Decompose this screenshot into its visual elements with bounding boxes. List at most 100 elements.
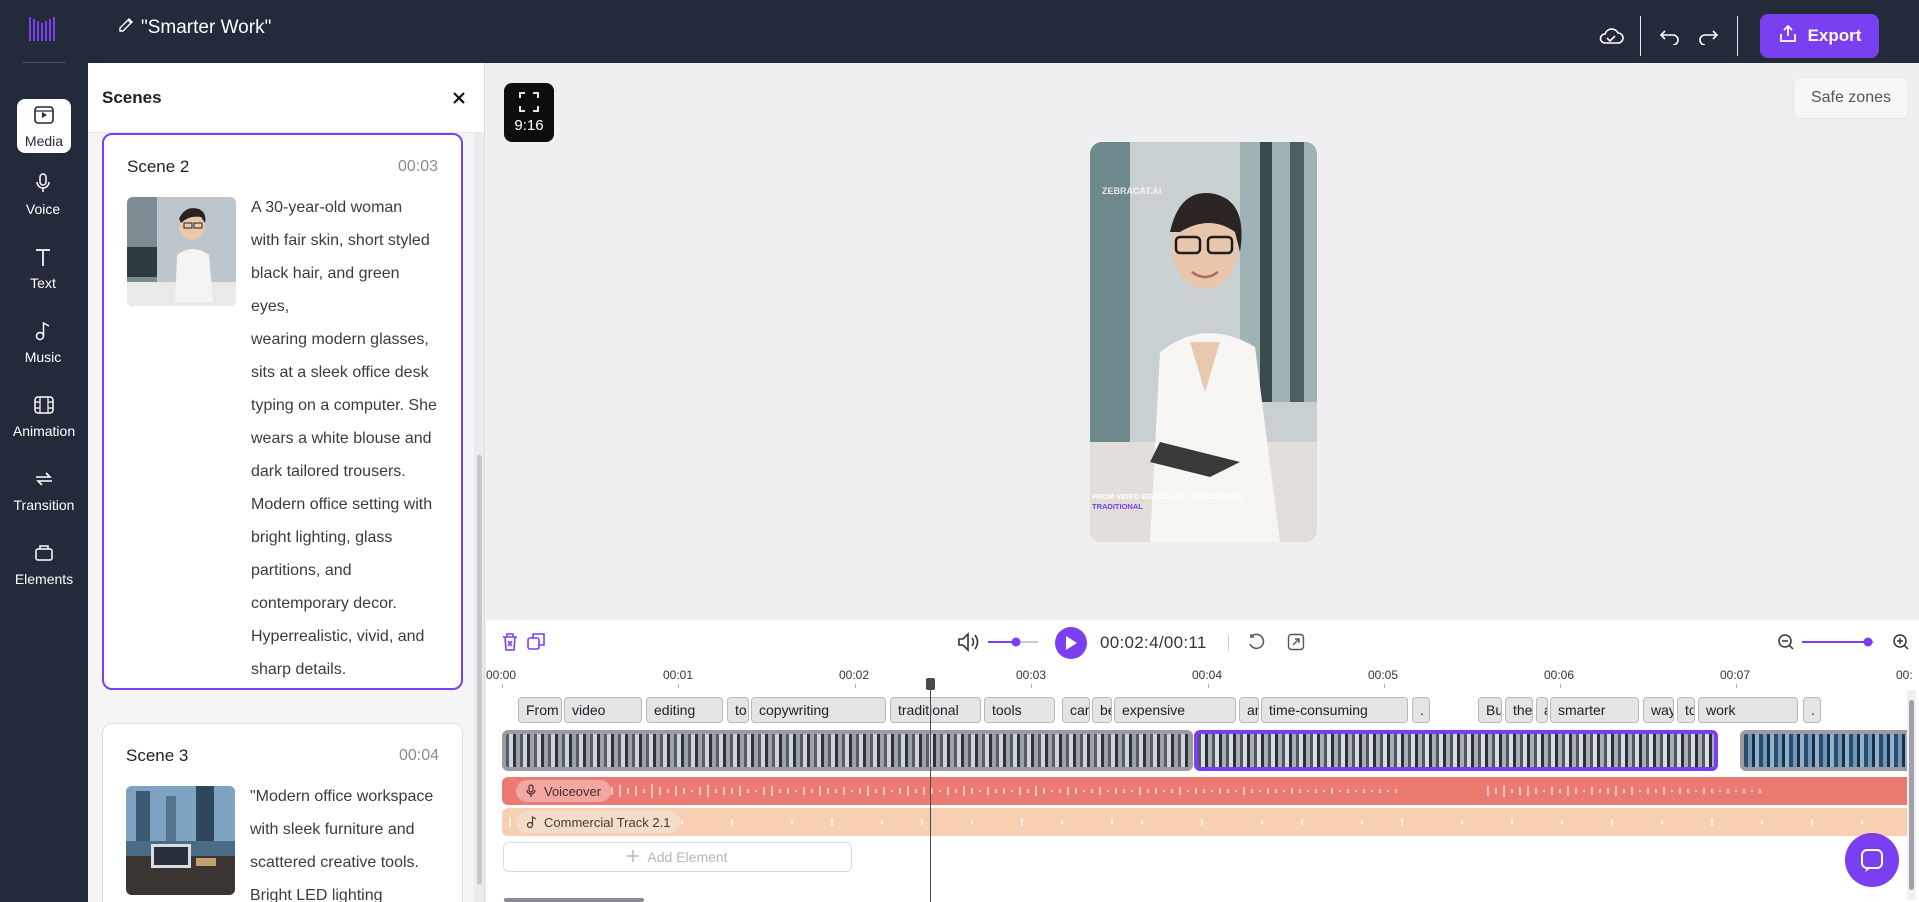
zoom-in-icon[interactable] bbox=[1892, 633, 1910, 651]
voiceover-label[interactable]: Voiceover bbox=[516, 780, 612, 802]
scene-description: A 30-year-old woman with fair skin, shor… bbox=[251, 199, 437, 678]
music-track[interactable]: Commercial Track 2.1 bbox=[502, 808, 1912, 836]
nav-item-text[interactable]: Text bbox=[14, 239, 72, 297]
add-element-button[interactable]: Add Element bbox=[503, 842, 852, 872]
cloud-save-icon[interactable] bbox=[1592, 17, 1630, 55]
music-track-label[interactable]: Commercial Track 2.1 bbox=[516, 811, 681, 833]
nav-label: Media bbox=[24, 132, 64, 149]
caption-word[interactable]: copywriting bbox=[751, 697, 886, 723]
caption-word[interactable]: traditional bbox=[890, 697, 981, 723]
aspect-ratio-label: 9:16 bbox=[514, 117, 544, 134]
scene-thumbnail[interactable] bbox=[127, 197, 236, 306]
playhead-handle[interactable] bbox=[926, 678, 935, 690]
caption-word[interactable]: . bbox=[1412, 697, 1430, 723]
caption-word[interactable]: way bbox=[1643, 697, 1674, 723]
pencil-icon[interactable] bbox=[117, 16, 135, 40]
video-clip[interactable] bbox=[502, 730, 1193, 771]
nav-label: Transition bbox=[13, 496, 75, 513]
caption-word[interactable]: a bbox=[1536, 697, 1548, 723]
duplicate-icon[interactable] bbox=[526, 632, 546, 652]
resize-icon[interactable] bbox=[1286, 632, 1306, 652]
scene-title: Scene 2 bbox=[127, 157, 190, 176]
volume-slider[interactable] bbox=[988, 635, 1038, 649]
zoom-slider[interactable] bbox=[1802, 635, 1874, 649]
nav-item-elements[interactable]: Elements bbox=[8, 535, 80, 593]
media-icon bbox=[33, 104, 55, 129]
reset-icon[interactable] bbox=[1246, 632, 1266, 652]
caption-word[interactable]: be bbox=[1092, 697, 1112, 723]
timeline-controls: 00:02:4/00:11 bbox=[486, 620, 1919, 662]
caption-word[interactable]: From bbox=[518, 697, 562, 723]
redo-icon[interactable] bbox=[1689, 17, 1727, 55]
scenes-panel: Scenes Scene 2 00:03 A 30-year-old woman… bbox=[88, 63, 485, 902]
caption-word[interactable]: and bbox=[1239, 697, 1259, 723]
scene-card[interactable]: Scene 3 00:04 "Modern office workspace w… bbox=[102, 723, 463, 902]
video-clip-selected[interactable] bbox=[1194, 730, 1718, 771]
video-clip[interactable] bbox=[1740, 730, 1912, 771]
scene-title: Scene 3 bbox=[126, 746, 189, 765]
caption-word[interactable]: tools bbox=[984, 697, 1055, 723]
controls-divider bbox=[1228, 635, 1229, 651]
chat-support-button[interactable] bbox=[1845, 833, 1899, 887]
video-watermark: ZEBRACAT.AI bbox=[1102, 186, 1161, 196]
timeline-horizontal-scrollbar[interactable] bbox=[504, 898, 644, 902]
caption-word[interactable]: to bbox=[727, 697, 749, 723]
nav-item-voice[interactable]: Voice bbox=[14, 165, 72, 223]
play-icon bbox=[1066, 636, 1077, 650]
scenes-title: Scenes bbox=[102, 87, 162, 107]
toolbar-divider bbox=[1737, 16, 1738, 56]
video-caption-line: FROM VIDEO EDITING TO COPYWRITING, bbox=[1092, 492, 1242, 501]
video-preview[interactable]: ZEBRACAT.AI FROM VIDEO EDITING TO COPYWR… bbox=[1090, 142, 1317, 542]
project-title-text[interactable]: "Smarter Work" bbox=[141, 17, 271, 39]
volume-icon[interactable] bbox=[956, 631, 982, 653]
play-button[interactable] bbox=[1055, 627, 1087, 659]
toolbar-divider bbox=[1640, 16, 1641, 56]
timeline-vertical-scrollbar[interactable] bbox=[1907, 690, 1916, 900]
zoom-out-icon[interactable] bbox=[1777, 633, 1795, 651]
scene-card[interactable]: Scene 2 00:03 A 30-year-old woman with f… bbox=[102, 133, 463, 690]
fullscreen-icon bbox=[518, 91, 540, 117]
safe-zones-button[interactable]: Safe zones bbox=[1792, 77, 1909, 119]
caption-word[interactable]: there bbox=[1505, 697, 1533, 723]
caption-word[interactable]: to bbox=[1677, 697, 1695, 723]
nav-label: Text bbox=[30, 274, 56, 291]
caption-word[interactable]: . bbox=[1803, 697, 1821, 723]
nav-item-transition[interactable]: Transition bbox=[8, 461, 80, 519]
voiceover-track[interactable]: Voiceover bbox=[502, 777, 1912, 805]
caption-words-track: From video editing to copywriting tradit… bbox=[486, 688, 1919, 723]
close-icon[interactable] bbox=[448, 87, 470, 109]
caption-word[interactable]: But bbox=[1478, 697, 1502, 723]
aspect-ratio-button[interactable]: 9:16 bbox=[504, 83, 554, 142]
caption-word[interactable]: can bbox=[1062, 697, 1090, 723]
preview-area: 9:16 Safe zones ZEBRACAT.AI FROM VIDEO E… bbox=[486, 63, 1919, 620]
delete-icon[interactable] bbox=[500, 632, 520, 652]
nav-item-music[interactable]: Music bbox=[14, 313, 72, 371]
caption-word[interactable]: editing bbox=[646, 697, 723, 723]
export-button[interactable]: Export bbox=[1760, 14, 1879, 58]
caption-word[interactable]: time-consuming bbox=[1261, 697, 1408, 723]
project-title[interactable]: "Smarter Work" bbox=[117, 16, 271, 40]
timeline-ruler[interactable]: 00:00 00:01 00:02 00:03 00:04 00:05 00:0… bbox=[486, 664, 1919, 688]
timeline-panel: 00:02:4/00:11 00:00 00:01 00:02 00:03 00… bbox=[486, 620, 1919, 902]
caption-word[interactable]: video bbox=[564, 697, 642, 723]
caption-word[interactable]: smarter bbox=[1550, 697, 1639, 723]
scene-duration: 00:04 bbox=[398, 747, 439, 764]
ruler-label: 00:06 bbox=[1544, 668, 1575, 682]
caption-word[interactable]: work bbox=[1698, 697, 1798, 723]
scene-thumbnail[interactable] bbox=[126, 786, 235, 895]
caption-word[interactable]: expensive bbox=[1114, 697, 1236, 723]
undo-icon[interactable] bbox=[1651, 17, 1689, 55]
nav-item-media[interactable]: Media bbox=[17, 99, 71, 153]
export-icon bbox=[1778, 24, 1798, 49]
app-logo-icon[interactable] bbox=[28, 14, 58, 44]
shapes-icon bbox=[33, 542, 55, 567]
scene-description: "Modern office workspace with sleek furn… bbox=[250, 788, 434, 902]
playhead[interactable] bbox=[930, 680, 931, 902]
scenes-scrollbar-thumb[interactable] bbox=[477, 455, 482, 885]
video-clips-track bbox=[502, 730, 1912, 771]
scene-duration: 00:03 bbox=[397, 158, 438, 175]
nav-label: Music bbox=[24, 348, 62, 365]
chat-icon bbox=[1861, 849, 1883, 872]
microphone-icon bbox=[525, 784, 537, 801]
nav-item-animation[interactable]: Animation bbox=[8, 387, 80, 445]
